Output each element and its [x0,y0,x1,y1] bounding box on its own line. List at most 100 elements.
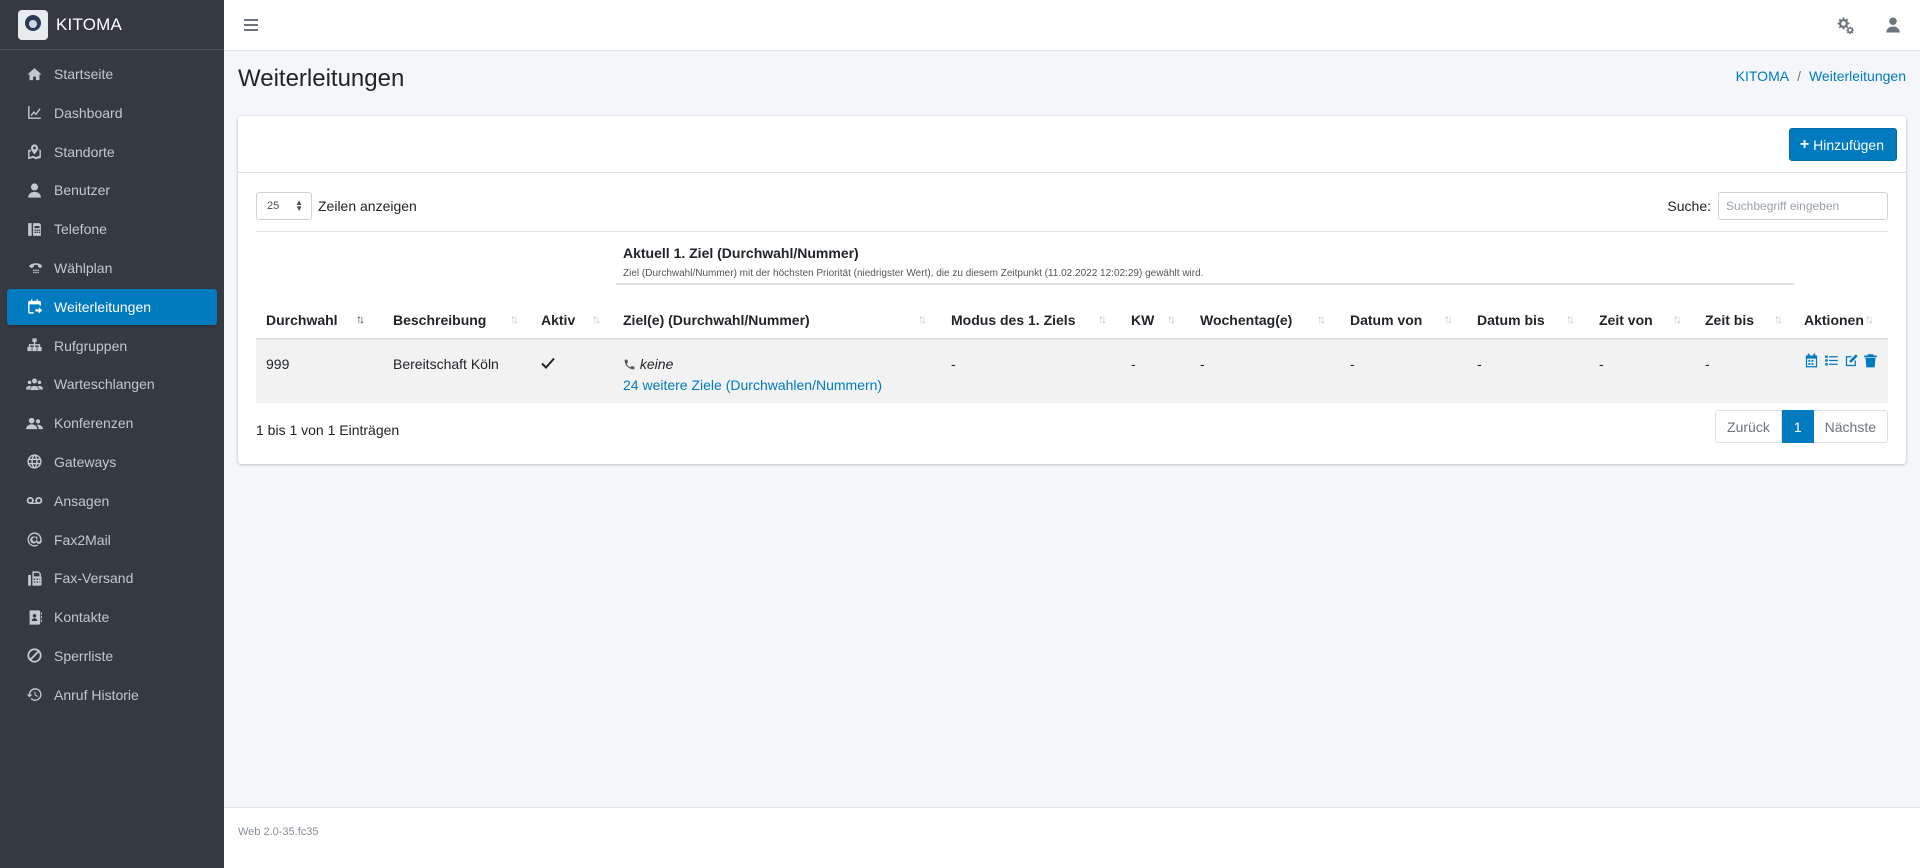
page-length-select[interactable]: 25 ▲ ▼ [256,192,312,220]
column-group-subtitle: Ziel (Durchwahl/Nummer) mit der höchsten… [623,268,1204,279]
cell-kw: - [1131,356,1136,372]
sidebar-item-standorte[interactable]: Standorte [7,134,217,170]
sidebar-item-dashboard[interactable]: Dashboard [7,95,217,131]
sort-icon[interactable]: ↑↓ [1444,312,1453,326]
edit-icon[interactable] [1844,353,1859,368]
column-header-datum-von[interactable]: Datum von [1350,312,1422,328]
sort-icon[interactable]: ↑↓ [1865,312,1874,326]
address-book-icon [24,609,44,625]
sort-asc-icon[interactable]: ↑↓ [356,312,365,326]
sidebar-item-rufgruppen[interactable]: Rufgruppen [7,328,217,364]
column-header-zeit-von[interactable]: Zeit von [1599,312,1653,328]
sidebar-item-fax2mail[interactable]: Fax2Mail [7,522,217,558]
search-control: Suche: [1667,192,1888,220]
calendar-icon[interactable] [1804,353,1819,368]
sitemap-icon [24,338,44,354]
column-header-zeit-bis[interactable]: Zeit bis [1705,312,1754,328]
sidebar-item-label: Telefone [54,221,107,238]
menu-toggle-icon[interactable] [244,17,258,33]
column-header-modus[interactable]: Modus des 1. Ziels [951,312,1075,328]
sidebar-item-benutzer[interactable]: Benutzer [7,172,217,208]
sidebar-item-label: Ansagen [54,492,110,509]
sidebar-item-gateways[interactable]: Gateways [7,444,217,480]
sidebar-item-label: Gateways [54,453,117,470]
sort-icon[interactable]: ↑↓ [1167,312,1176,326]
pagination-next-button[interactable]: Nächste [1813,410,1888,443]
cell-zeit-von: - [1599,356,1604,372]
search-input[interactable] [1718,192,1888,220]
sidebar-item-waehlplan[interactable]: Wählplan [7,250,217,286]
sidebar-item-sperrliste[interactable]: Sperrliste [7,638,217,674]
sidebar-item-ansagen[interactable]: Ansagen [7,483,217,519]
add-button[interactable]: + Hinzufügen [1788,128,1897,161]
pagination-prev-button[interactable]: Zurück [1715,410,1782,443]
card-header: + Hinzufügen [238,116,1906,173]
forwarding-card: + Hinzufügen 25 ▲ ▼ Zeilen anzeigen Suche… [238,116,1906,464]
sort-icon[interactable]: ↑↓ [918,312,927,326]
globe-icon [24,454,44,470]
sidebar-item-label: Fax2Mail [54,531,111,548]
cell-modus: - [951,356,956,372]
sidebar: KITOMA Startseite Dashboard Standorte Be… [0,0,224,868]
fax-phone-icon [24,221,44,237]
sidebar-item-label: Konferenzen [54,415,134,432]
sort-icon[interactable]: ↑↓ [1098,312,1107,326]
sort-icon[interactable]: ↑↓ [1317,312,1326,326]
checkmark-icon [541,356,555,372]
search-label: Suche: [1667,198,1711,214]
sidebar-item-anruf-historie[interactable]: Anruf Historie [7,677,217,713]
column-header-wochentag[interactable]: Wochentag(e) [1200,312,1292,328]
column-header-aktiv[interactable]: Aktiv [541,312,575,328]
column-header-beschreibung[interactable]: Beschreibung [393,312,486,328]
breadcrumb-current-link[interactable]: Weiterleitungen [1809,68,1906,84]
pagination: Zurück 1 Nächste [1715,410,1888,443]
more-targets-link[interactable]: 24 weitere Ziele (Durchwahlen/Nummern) [623,377,882,393]
sidebar-item-warteschlangen[interactable]: Warteschlangen [7,366,217,402]
cell-beschreibung: Bereitschaft Köln [393,356,499,372]
sidebar-item-konferenzen[interactable]: Konferenzen [7,405,217,441]
pagination-page-button[interactable]: 1 [1781,410,1814,443]
page-title: Weiterleitungen [238,65,405,92]
sidebar-item-telefone[interactable]: Telefone [7,211,217,247]
chart-line-icon [24,105,44,121]
sort-icon[interactable]: ↑↓ [1673,312,1682,326]
sidebar-item-label: Standorte [54,143,115,160]
column-header-ziele[interactable]: Ziel(e) (Durchwahl/Nummer) [623,312,810,328]
user-profile-icon[interactable] [1884,16,1902,34]
sort-icon[interactable]: ↑↓ [510,312,519,326]
column-header-durchwahl[interactable]: Durchwahl [266,312,338,328]
users-queue-icon [24,376,44,392]
fax-icon [24,570,44,586]
settings-icon[interactable] [1836,16,1854,35]
map-marked-icon [24,144,44,160]
footer: Web 2.0-35.fc35 [224,807,1920,868]
list-icon[interactable] [1824,353,1839,368]
at-icon [24,532,44,548]
cell-datum-bis: - [1477,356,1482,372]
sidebar-item-fax-versand[interactable]: Fax-Versand [7,560,217,596]
sidebar-item-startseite[interactable]: Startseite [7,56,217,92]
sidebar-item-label: Startseite [54,66,114,82]
brand[interactable]: KITOMA [0,0,224,50]
breadcrumb-home-link[interactable]: KITOMA [1736,68,1789,84]
sort-icon[interactable]: ↑↓ [592,312,601,326]
page-length-label: Zeilen anzeigen [318,198,417,214]
sidebar-item-weiterleitungen[interactable]: Weiterleitungen [7,288,217,325]
breadcrumb: KITOMA / Weiterleitungen [1736,68,1906,84]
page-length-control: 25 ▲ ▼ Zeilen anzeigen [256,192,417,220]
column-header-kw[interactable]: KW [1131,312,1154,328]
sort-icon[interactable]: ↑↓ [1566,312,1575,326]
brand-logo [18,9,48,40]
table-info: 1 bis 1 von 1 Einträgen [256,422,400,438]
sort-icon[interactable]: ↑↓ [1774,312,1783,326]
sidebar-item-label: Fax-Versand [54,570,134,587]
sidebar-item-kontakte[interactable]: Kontakte [7,599,217,635]
column-header-datum-bis[interactable]: Datum bis [1477,312,1545,328]
version-text: Web 2.0-35.fc35 [238,826,319,838]
sidebar-item-label: Sperrliste [54,647,114,664]
home-icon [24,66,44,82]
trash-icon[interactable] [1863,353,1878,368]
cell-ziel-value: keine [639,356,674,372]
add-button-label: Hinzufügen [1813,136,1884,153]
sidebar-item-label: Weiterleitungen [54,298,152,315]
